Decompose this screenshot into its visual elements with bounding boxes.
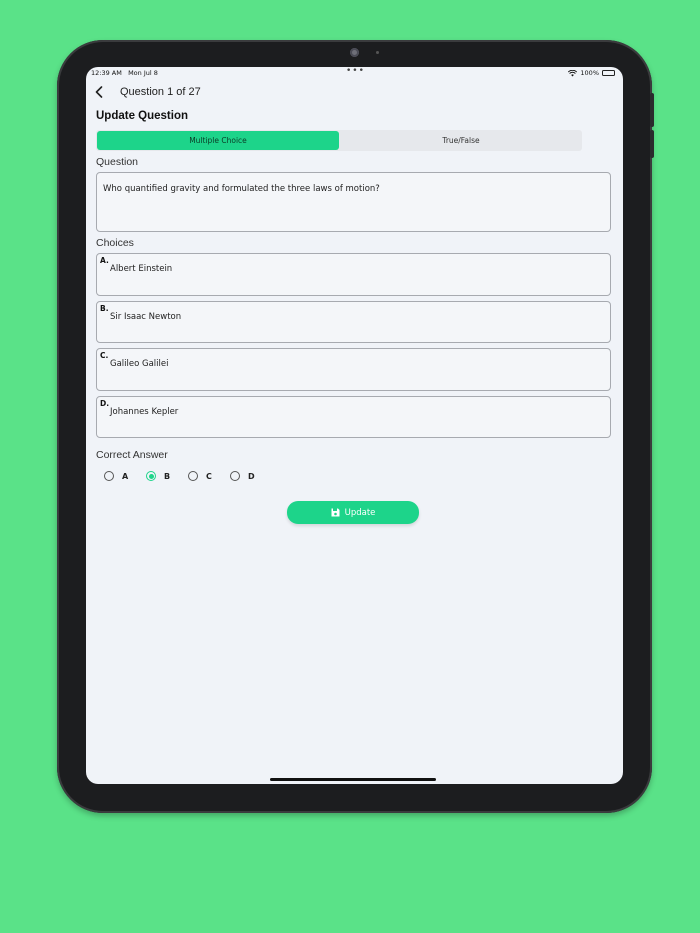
chevron-left-icon <box>95 86 103 98</box>
answer-option-b[interactable]: B <box>146 471 188 481</box>
radio-d[interactable] <box>230 471 240 481</box>
status-bar: 12:39 AM Mon Jul 8 ••• 100% <box>86 67 623 79</box>
choice-c-input[interactable]: C. Galileo Galilei <box>96 348 611 391</box>
app-screen: 12:39 AM Mon Jul 8 ••• 100% Question 1 o… <box>86 67 623 784</box>
nav-bar: Question 1 of 27 <box>86 81 623 103</box>
radio-c[interactable] <box>188 471 198 481</box>
tab-true-false[interactable]: True/False <box>340 130 582 151</box>
front-camera <box>350 48 359 57</box>
question-label: Question <box>96 156 139 168</box>
choice-d-text: Johannes Kepler <box>110 407 179 417</box>
question-text: Who quantified gravity and formulated th… <box>103 184 380 194</box>
choice-a-text: Albert Einstein <box>110 264 173 274</box>
volume-down-button <box>650 130 654 158</box>
choice-b-input[interactable]: B. Sir Isaac Newton <box>96 301 611 343</box>
choice-d-input[interactable]: D. Johannes Kepler <box>96 396 611 438</box>
status-time-date: 12:39 AM Mon Jul 8 <box>91 69 158 77</box>
choice-a-input[interactable]: A. Albert Einstein <box>96 253 611 296</box>
page-title: Update Question <box>96 110 189 122</box>
question-input[interactable]: Who quantified gravity and formulated th… <box>96 172 611 232</box>
battery-icon <box>602 70 615 76</box>
volume-up-button <box>650 93 654 127</box>
update-button[interactable]: Update <box>287 501 419 524</box>
answer-option-b-label: B <box>164 471 171 481</box>
radio-a[interactable] <box>104 471 114 481</box>
correct-answer-group: A B C D <box>104 471 272 481</box>
choice-b-letter: B. <box>100 304 109 313</box>
wifi-icon <box>568 69 578 76</box>
choice-c-text: Galileo Galilei <box>110 359 169 369</box>
tab-multiple-choice[interactable]: Multiple Choice <box>97 131 339 150</box>
choice-a-letter: A. <box>100 256 109 265</box>
save-icon <box>331 508 340 517</box>
multitask-dots[interactable]: ••• <box>346 67 365 76</box>
back-button[interactable] <box>90 83 108 101</box>
choice-b-text: Sir Isaac Newton <box>110 312 182 322</box>
correct-answer-label: Correct Answer <box>96 449 168 461</box>
answer-option-a[interactable]: A <box>104 471 146 481</box>
update-button-label: Update <box>344 507 376 518</box>
choice-d-letter: D. <box>100 399 110 408</box>
answer-option-c[interactable]: C <box>188 471 230 481</box>
radio-b[interactable] <box>146 471 156 481</box>
question-type-toggle: Multiple Choice True/False <box>96 130 582 151</box>
answer-option-d[interactable]: D <box>230 471 272 481</box>
answer-option-a-label: A <box>122 471 129 481</box>
status-date: Mon Jul 8 <box>128 69 158 77</box>
home-indicator[interactable] <box>270 778 436 781</box>
choices-label: Choices <box>96 237 134 249</box>
answer-option-c-label: C <box>206 471 212 481</box>
status-time: 12:39 AM <box>91 69 122 77</box>
battery-percent: 100% <box>580 69 599 77</box>
answer-option-d-label: D <box>248 471 255 481</box>
status-right: 100% <box>568 69 615 77</box>
nav-title: Question 1 of 27 <box>120 86 201 98</box>
choice-c-letter: C. <box>100 351 109 360</box>
camera-sensor <box>376 51 379 54</box>
